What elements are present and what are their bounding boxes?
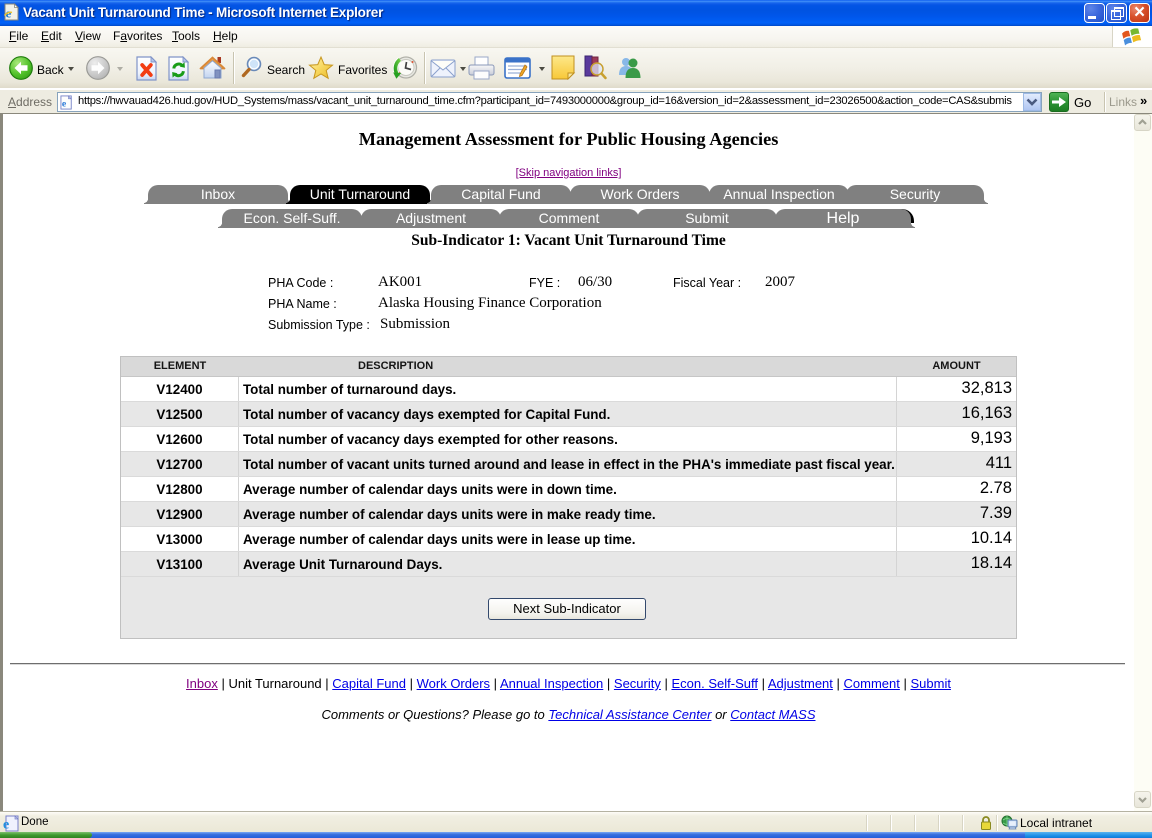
svg-text:e: e (62, 98, 67, 109)
svg-text:e: e (3, 818, 9, 833)
